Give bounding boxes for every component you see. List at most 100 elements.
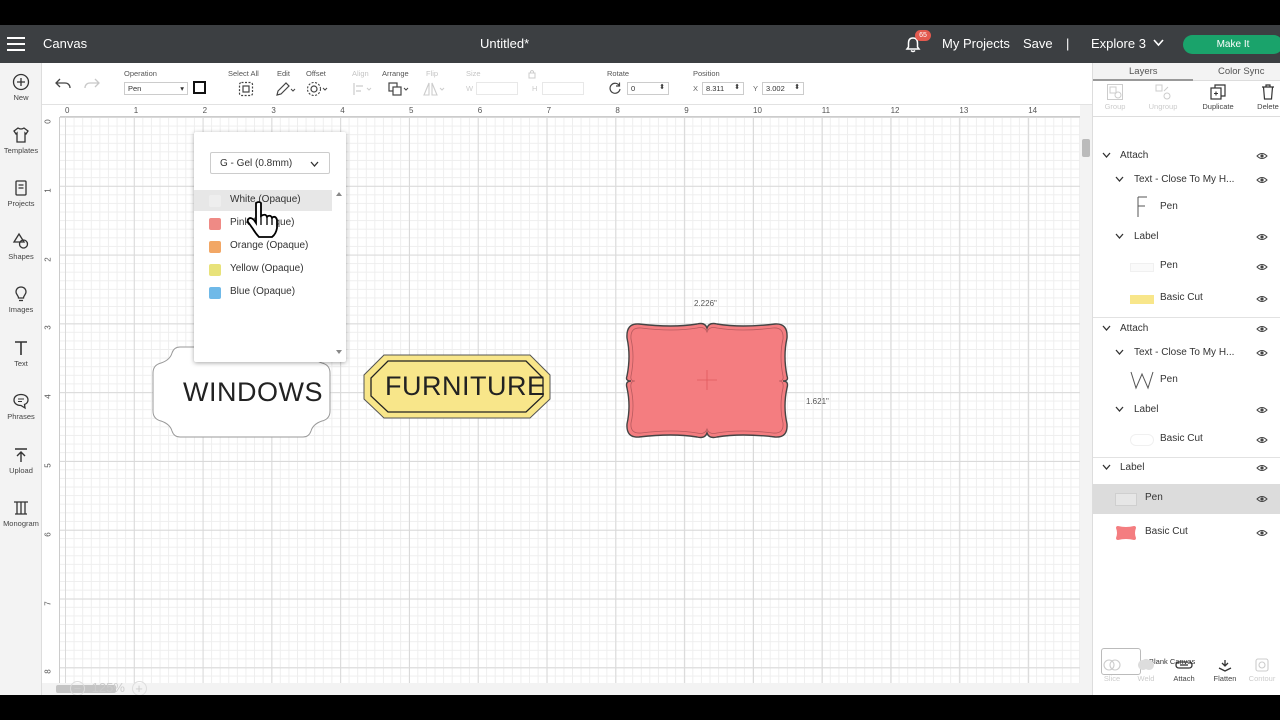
- eye-icon[interactable]: [1256, 176, 1268, 184]
- layer-name: Label: [1134, 404, 1159, 415]
- eye-icon[interactable]: [1256, 263, 1268, 271]
- my-projects-link[interactable]: My Projects: [942, 36, 1010, 51]
- delete-button[interactable]: Delete: [1248, 83, 1280, 111]
- eye-icon[interactable]: [1256, 295, 1268, 303]
- tab-color-sync[interactable]: Color Sync: [1218, 66, 1264, 77]
- pen-color-option[interactable]: Blue (Opaque): [194, 282, 332, 303]
- projects-tool[interactable]: Projects: [0, 179, 42, 208]
- operation-select[interactable]: Pen ▾: [124, 82, 188, 95]
- group-button: Group: [1095, 83, 1135, 111]
- eye-icon[interactable]: [1256, 406, 1268, 414]
- pen-color-option[interactable]: Yellow (Opaque): [194, 259, 332, 280]
- layer-item[interactable]: Pen: [1093, 195, 1280, 219]
- text-t-icon: [15, 341, 27, 355]
- layer-name: Label: [1134, 231, 1159, 242]
- ruler-tick-label: 12: [890, 106, 900, 115]
- eye-icon[interactable]: [1256, 464, 1268, 472]
- pen-color-option[interactable]: Orange (Opaque): [194, 236, 332, 257]
- machine-selector[interactable]: Explore 3: [1091, 36, 1146, 51]
- templates-tool[interactable]: Templates: [0, 126, 42, 155]
- text-tool[interactable]: Text: [0, 339, 42, 368]
- ruler-tick-label: 13: [959, 106, 969, 115]
- vertical-scroll-thumb[interactable]: [1082, 139, 1090, 157]
- menu-icon[interactable]: [7, 37, 25, 51]
- tab-layers[interactable]: Layers: [1129, 66, 1158, 77]
- ruler-tick-label: 9: [684, 106, 689, 115]
- eye-icon[interactable]: [1256, 349, 1268, 357]
- pencil-edit-icon[interactable]: [275, 81, 297, 97]
- select-all-icon[interactable]: [238, 81, 254, 97]
- layer-item-selected[interactable]: Pen: [1093, 484, 1280, 514]
- vertical-scrollbar[interactable]: [1080, 105, 1092, 695]
- flatten-button[interactable]: Flatten: [1206, 657, 1244, 683]
- ruler-tick-label: 2: [202, 106, 208, 115]
- eye-icon[interactable]: [1256, 529, 1268, 537]
- trash-icon: [1262, 84, 1274, 100]
- duplicate-button[interactable]: Duplicate: [1198, 83, 1238, 111]
- layer-item[interactable]: Pen: [1093, 368, 1280, 392]
- pen-color-swatch[interactable]: [193, 81, 206, 94]
- horizontal-scrollbar[interactable]: [42, 683, 1080, 695]
- operation-label: Operation: [124, 69, 157, 78]
- layer-text[interactable]: Text - Close To My H...: [1093, 173, 1280, 193]
- attach-button[interactable]: Attach: [1165, 657, 1203, 683]
- arrange-icon[interactable]: [387, 81, 411, 97]
- color-swatch: [209, 287, 221, 299]
- shapes-label: Shapes: [8, 252, 34, 261]
- layer-text[interactable]: Text - Close To My H...: [1093, 346, 1280, 366]
- layer-group-attach[interactable]: Attach: [1093, 149, 1280, 169]
- save-button[interactable]: Save: [1023, 36, 1053, 51]
- stepper-icon: ⬍: [794, 84, 800, 91]
- shapes-tool[interactable]: Shapes: [0, 232, 42, 261]
- projects-icon: [15, 180, 27, 196]
- layer-group-attach[interactable]: Attach: [1093, 322, 1280, 342]
- chevron-down-icon[interactable]: [1153, 39, 1164, 47]
- chevron-down-icon[interactable]: [1115, 349, 1124, 356]
- chevron-down-icon[interactable]: [1102, 325, 1111, 332]
- eye-icon[interactable]: [1256, 436, 1268, 444]
- windows-text[interactable]: WINDOWS: [183, 377, 323, 408]
- chevron-down-icon: [310, 161, 319, 167]
- x-position-input[interactable]: 8.311 ⬍: [702, 82, 744, 95]
- ruler-tick-label: 3: [43, 325, 53, 331]
- offset-icon[interactable]: [306, 81, 330, 97]
- y-position-input[interactable]: 3.002 ⬍: [762, 82, 804, 95]
- pink-label-shape[interactable]: [625, 322, 790, 440]
- upload-tool[interactable]: Upload: [0, 446, 42, 475]
- eye-icon[interactable]: [1256, 495, 1268, 503]
- pen-type-select[interactable]: G - Gel (0.8mm): [210, 152, 330, 174]
- ruler-tick-label: 6: [43, 532, 53, 537]
- eye-icon[interactable]: [1256, 152, 1268, 160]
- layer-item[interactable]: Basic Cut: [1093, 429, 1280, 451]
- new-tool[interactable]: New: [0, 73, 42, 102]
- color-option-label: Orange (Opaque): [230, 240, 309, 251]
- eye-icon[interactable]: [1256, 233, 1268, 241]
- eye-icon[interactable]: [1256, 325, 1268, 333]
- layer-item[interactable]: Basic Cut: [1093, 288, 1280, 310]
- select-all-label: Select All: [228, 69, 259, 78]
- layer-group-label[interactable]: Label: [1093, 461, 1280, 481]
- furniture-text[interactable]: FURNITURE: [385, 371, 546, 402]
- layer-label[interactable]: Label: [1093, 403, 1280, 423]
- document-title[interactable]: Untitled*: [480, 36, 529, 51]
- undo-icon[interactable]: [55, 77, 71, 91]
- layer-item[interactable]: Basic Cut: [1093, 518, 1280, 548]
- chevron-down-icon[interactable]: [1115, 406, 1124, 413]
- zoom-in-button[interactable]: +: [131, 681, 147, 695]
- chevron-down-icon[interactable]: [1102, 152, 1111, 159]
- plus-circle-icon: [12, 73, 30, 91]
- zoom-out-button[interactable]: −: [70, 681, 85, 695]
- dropdown-scrollbar[interactable]: [335, 190, 343, 356]
- monogram-tool[interactable]: Monogram: [0, 499, 42, 528]
- layer-label[interactable]: Label: [1093, 230, 1280, 250]
- layer-item[interactable]: Pen: [1093, 256, 1280, 278]
- images-tool[interactable]: Images: [0, 285, 42, 314]
- phrases-tool[interactable]: Phrases: [0, 392, 42, 421]
- chevron-down-icon[interactable]: [1115, 233, 1124, 240]
- stepper-icon: ⬍: [734, 84, 740, 91]
- rotate-input[interactable]: 0 ⬍: [627, 82, 669, 95]
- make-it-button[interactable]: Make It: [1183, 35, 1280, 54]
- chevron-down-icon[interactable]: [1102, 464, 1111, 471]
- chevron-down-icon[interactable]: [1115, 176, 1124, 183]
- align-label: Align: [352, 69, 369, 78]
